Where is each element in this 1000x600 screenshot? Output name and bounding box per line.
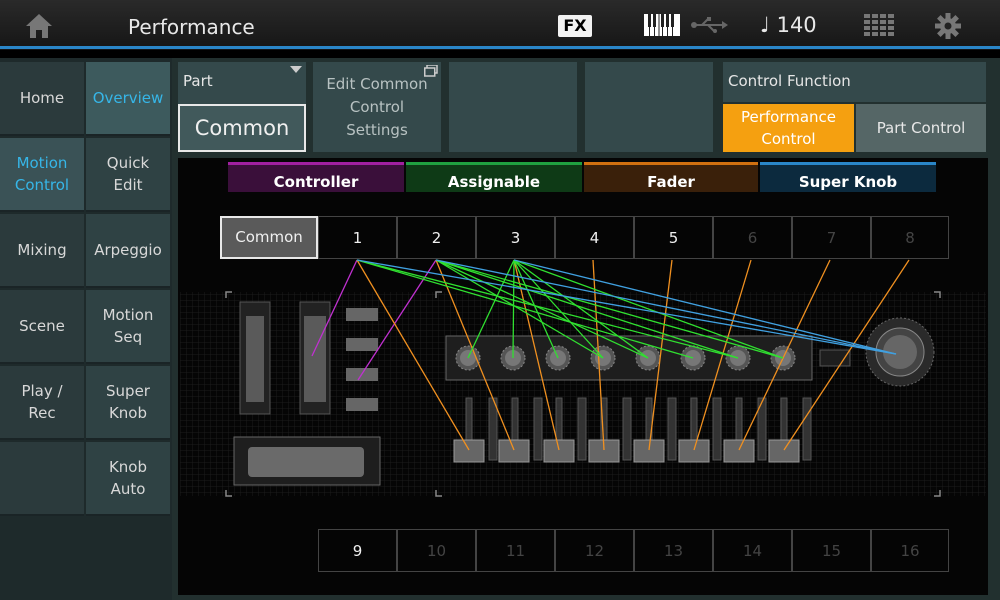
synth-panel-diagram (180, 259, 986, 497)
ribbon-controller (233, 436, 381, 486)
